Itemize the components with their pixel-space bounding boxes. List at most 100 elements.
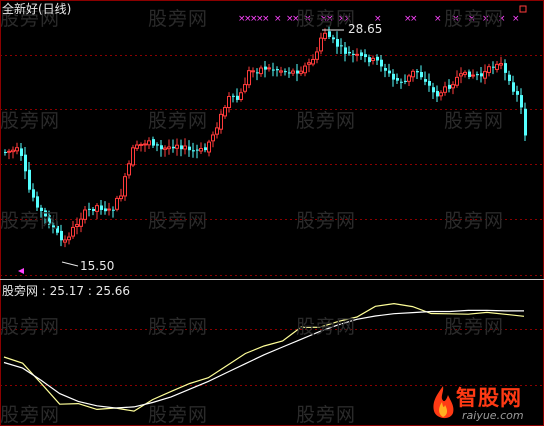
watermark: 股旁网	[296, 316, 357, 338]
candle-body	[204, 147, 207, 151]
logo-name: 智股网	[456, 386, 522, 410]
high-price-label: 28.65	[348, 22, 383, 36]
candle-body	[323, 32, 327, 39]
watermark: 股旁网	[0, 316, 61, 338]
candle-body	[364, 54, 367, 58]
candle-body	[384, 68, 387, 71]
candle-body	[119, 195, 123, 200]
candle-body	[75, 224, 79, 228]
chart-title: 全新好(日线)	[2, 2, 72, 16]
candle-body	[24, 154, 27, 172]
watermark: 股旁网	[0, 110, 61, 132]
candle-body	[219, 113, 223, 130]
candle-body	[192, 150, 195, 152]
candle-body	[232, 95, 235, 97]
candle-body	[180, 145, 183, 150]
candle-body	[495, 63, 499, 70]
candle-body	[104, 208, 107, 212]
candle-body	[139, 143, 143, 146]
watermark: 股旁网	[444, 110, 505, 132]
candle-body	[7, 150, 11, 153]
candle-body	[499, 63, 503, 66]
candle-body	[311, 58, 315, 65]
candle-body	[508, 74, 511, 82]
candle-body	[83, 209, 87, 220]
candle-body	[344, 47, 347, 54]
watermark: 股旁网	[444, 8, 505, 30]
watermark: 股旁网	[0, 210, 61, 232]
candle-body	[400, 81, 403, 83]
candle-body	[156, 144, 159, 146]
candle-body	[355, 53, 359, 56]
candle-body	[32, 189, 35, 198]
candle-body	[296, 70, 299, 74]
candle-body	[483, 71, 487, 79]
candle-body	[407, 75, 411, 82]
candle-body	[328, 31, 331, 37]
candle-body	[299, 70, 303, 74]
candle-body	[380, 59, 383, 67]
candle-body	[315, 51, 319, 60]
signal-marker: ×	[274, 14, 282, 24]
candle-body	[451, 84, 455, 89]
candle-body	[236, 95, 239, 100]
candle-body	[360, 52, 363, 56]
signal-marker: ×	[410, 14, 418, 24]
candle-body	[448, 84, 451, 89]
candle-body	[480, 73, 483, 77]
candle-body	[95, 205, 99, 212]
candle-body	[411, 70, 415, 78]
signal-marker: ×	[262, 14, 270, 24]
candle-body	[112, 209, 115, 211]
candle-body	[243, 84, 247, 92]
candle-body	[172, 146, 175, 149]
candle-body	[376, 56, 379, 61]
candle-body	[432, 87, 435, 93]
site-logo[interactable]: 智股网 raiyue.com	[428, 382, 544, 426]
low-price-label: 15.50	[80, 259, 115, 273]
signal-arrow	[18, 268, 24, 274]
candle-body	[388, 70, 391, 74]
candle-body	[259, 67, 263, 75]
watermark: 股旁网	[0, 404, 61, 426]
candle-body	[107, 208, 111, 211]
logo-url: raiyue.com	[462, 409, 524, 422]
candle-body	[392, 73, 395, 80]
candle-body	[211, 134, 215, 142]
candle-body	[256, 72, 259, 74]
candle-body	[420, 72, 423, 78]
candle-body	[123, 176, 127, 197]
indicator-label: 股旁网 : 25.17 : 25.66	[2, 284, 131, 298]
candle-body	[88, 208, 91, 210]
stock-chart-window: × × × × × × × × × × × × × × × × × × × × × × 股旁网 股旁网 股旁网 股旁网 股…	[0, 0, 544, 426]
candle-body	[468, 71, 471, 77]
candle-body	[239, 92, 243, 101]
candle-body	[79, 218, 83, 227]
candle-body	[516, 91, 519, 95]
candle-body	[352, 53, 355, 55]
candle-body	[175, 144, 179, 149]
candle-body	[135, 144, 139, 149]
candle-body	[272, 69, 275, 71]
candle-body	[340, 45, 343, 47]
candle-body	[284, 71, 287, 73]
candle-body	[332, 37, 335, 40]
candle-body	[251, 70, 255, 73]
watermark: 股旁网	[148, 210, 209, 232]
candle-body	[131, 147, 135, 166]
candle-body	[276, 69, 279, 71]
candle-body	[28, 169, 31, 190]
signal-marker: ×	[512, 14, 520, 24]
flame-icon	[433, 386, 454, 419]
candle-body	[455, 76, 459, 86]
candle-body	[196, 149, 199, 151]
candle-body	[199, 147, 203, 152]
candle-body	[223, 107, 227, 117]
candle-body	[476, 74, 479, 76]
candle-body	[371, 57, 375, 61]
candle-body	[424, 79, 427, 82]
watermark: 股旁网	[444, 210, 505, 232]
candle-body	[20, 148, 23, 156]
candle-body	[416, 71, 419, 73]
candle-body	[160, 145, 163, 150]
